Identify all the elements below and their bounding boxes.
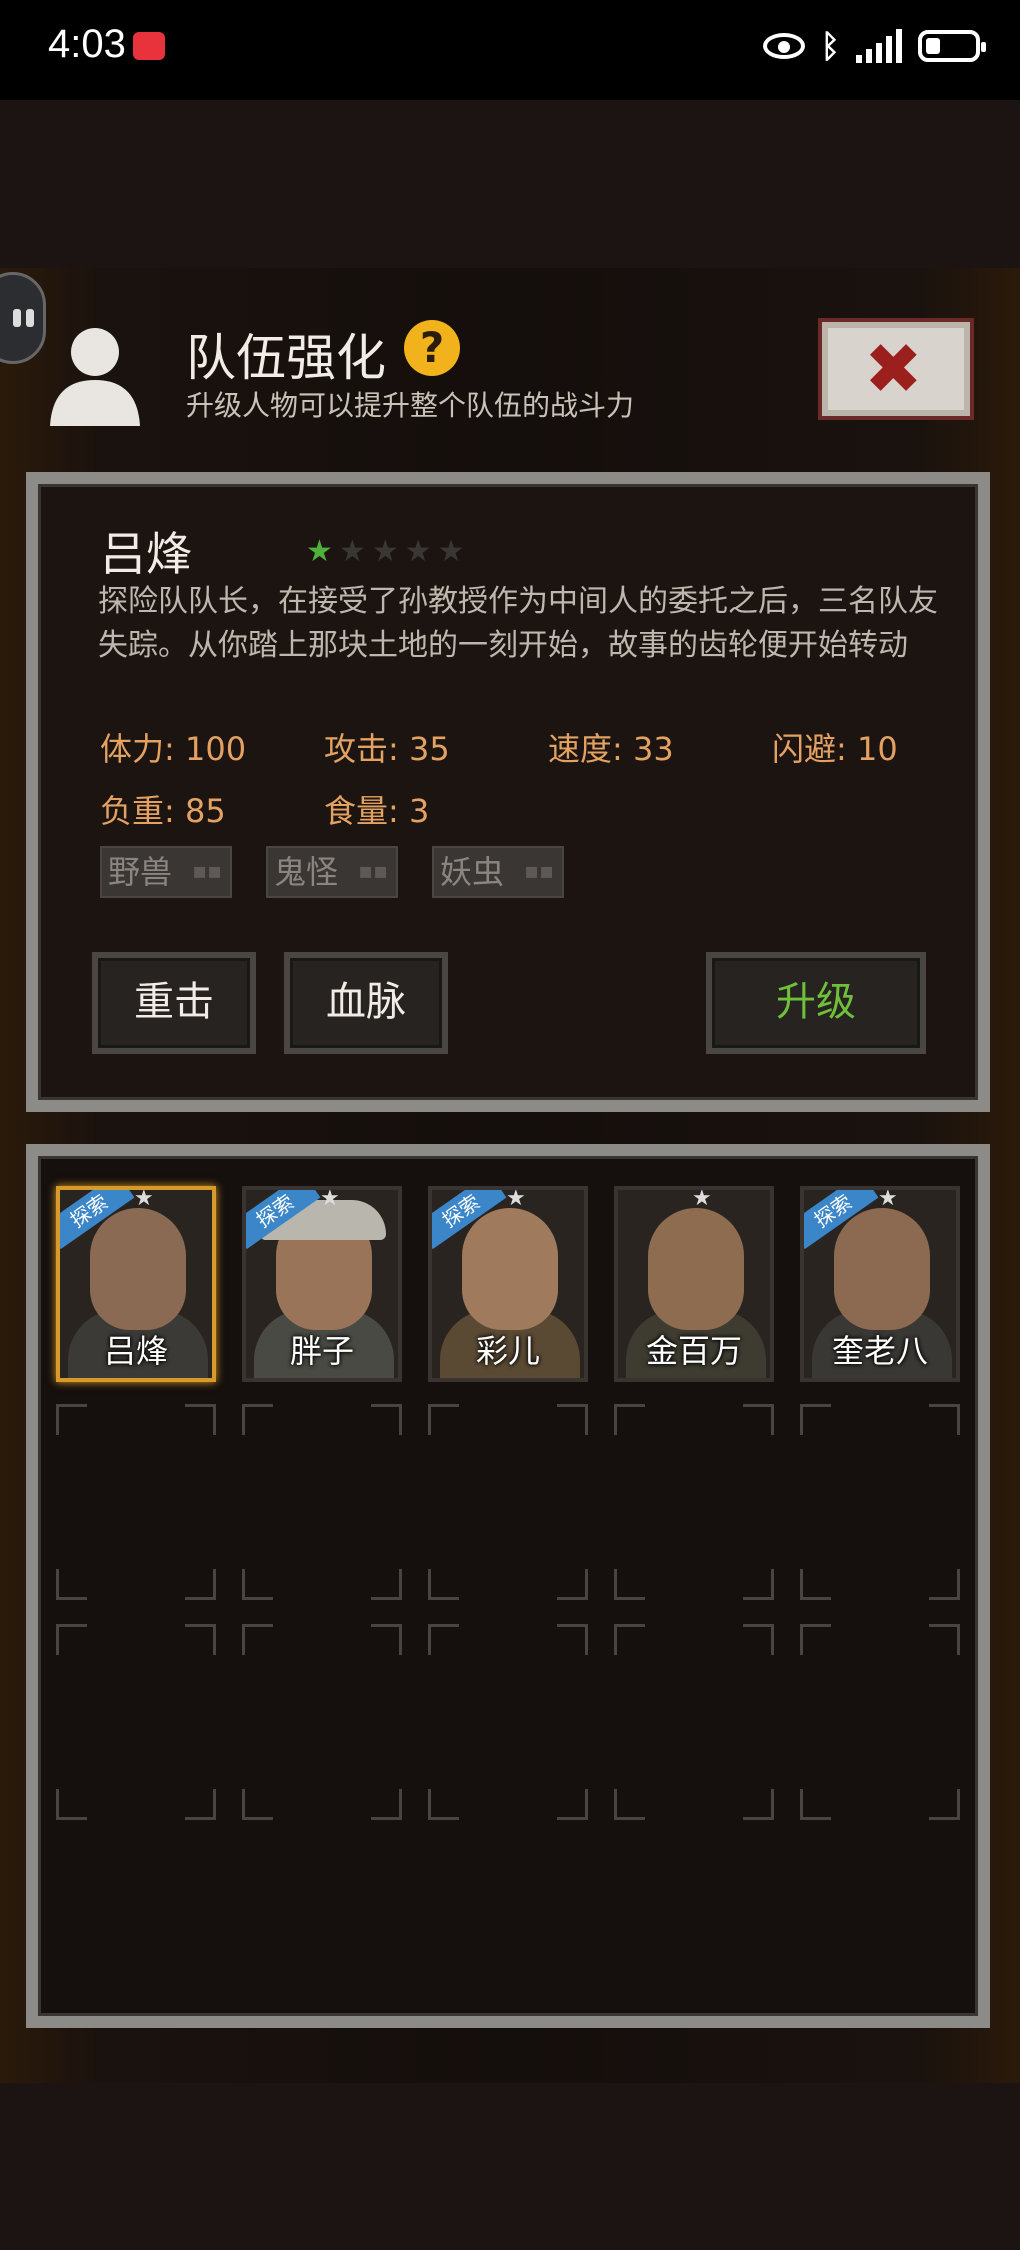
close-x-icon: ✖: [864, 328, 923, 410]
empty-slot[interactable]: [56, 1404, 216, 1600]
tag-beast: 野兽: [100, 846, 232, 898]
battery-icon: [918, 30, 986, 62]
empty-slot[interactable]: [800, 1404, 960, 1600]
stat-carry: 负重: 85: [100, 786, 226, 832]
portrait-face: [462, 1208, 558, 1330]
roster-card-jinbaiwan[interactable]: ★ 金百万: [614, 1186, 774, 1382]
page-title: 队伍强化: [186, 329, 386, 387]
stat-value: 10: [856, 730, 898, 768]
page-subtitle: 升级人物可以提升整个队伍的战斗力: [186, 389, 635, 422]
star-icon: ★: [404, 534, 432, 569]
empty-slot[interactable]: [56, 1624, 216, 1820]
close-button[interactable]: ✖: [818, 318, 974, 420]
stat-label: 闪避:: [772, 730, 847, 768]
person-silhouette-icon: [50, 328, 140, 426]
stat-value: 3: [408, 792, 430, 830]
empty-slot[interactable]: [614, 1404, 774, 1600]
roster-card-pangzi[interactable]: 探索 ★ 胖子: [242, 1186, 402, 1382]
empty-slot[interactable]: [428, 1624, 588, 1820]
star-icon: ★: [338, 534, 366, 569]
member-name: 吕烽: [103, 1332, 168, 1370]
member-name: 彩儿: [475, 1332, 540, 1370]
star-icon: ★: [437, 534, 465, 569]
stat-label: 攻击:: [324, 730, 399, 768]
help-icon[interactable]: ?: [404, 320, 460, 376]
empty-slot[interactable]: [242, 1404, 402, 1600]
stat-value: 33: [632, 730, 674, 768]
star-icon: ★: [371, 534, 399, 569]
clock: 4:03: [48, 22, 126, 66]
empty-slot[interactable]: [428, 1404, 588, 1600]
character-name: 吕烽: [100, 527, 192, 581]
eye-icon: [762, 33, 805, 59]
upgrade-button[interactable]: 升级: [706, 952, 926, 1054]
stat-value: 100: [184, 730, 247, 768]
star-icon: ★: [506, 1186, 526, 1211]
star-icon: ★: [134, 1186, 154, 1211]
bluetooth-icon: ᛒ: [820, 27, 840, 65]
portrait-face: [648, 1208, 744, 1330]
stat-value: 85: [184, 792, 226, 830]
floating-menu-handle[interactable]: [0, 272, 46, 364]
tag-bug: 妖虫: [432, 846, 564, 898]
signal-icon: [856, 29, 902, 63]
team-roster: 探索 ★ 吕烽 探索 ★ 胖子 探索 ★ 彩儿 ★ 金百万 探索 ★ 奎老八: [26, 1144, 990, 2028]
stat-label: 食量:: [324, 792, 399, 830]
empty-slot[interactable]: [614, 1624, 774, 1820]
portrait-face: [834, 1208, 930, 1330]
roster-card-kuilaoba[interactable]: 探索 ★ 奎老八: [800, 1186, 960, 1382]
bloodline-button[interactable]: 血脉: [284, 952, 448, 1054]
tag-ghost: 鬼怪: [266, 846, 398, 898]
roster-card-lvfeng[interactable]: 探索 ★ 吕烽: [56, 1186, 216, 1382]
stat-attack: 攻击: 35: [324, 724, 450, 770]
empty-slot[interactable]: [242, 1624, 402, 1820]
star-rating: ★ ★ ★ ★ ★: [306, 534, 465, 569]
stat-dodge: 闪避: 10: [772, 724, 898, 770]
star-icon: ★: [306, 534, 333, 569]
stat-label: 体力:: [100, 730, 175, 768]
stat-value: 35: [408, 730, 450, 768]
member-name: 金百万: [645, 1332, 742, 1370]
stat-label: 负重:: [100, 792, 175, 830]
character-info-card: 吕烽 ★ ★ ★ ★ ★ 探险队队长，在接受了孙教授作为中间人的委托之后，三名队…: [26, 472, 990, 1112]
status-icons: ᛒ: [762, 24, 986, 68]
character-description: 探险队队长，在接受了孙教授作为中间人的委托之后，三名队友失踪。从你踏上那块土地的…: [98, 584, 938, 663]
roster-card-caier[interactable]: 探索 ★ 彩儿: [428, 1186, 588, 1382]
empty-slot[interactable]: [800, 1624, 960, 1820]
stat-stamina: 体力: 100: [100, 724, 246, 770]
notification-app-icon: [133, 32, 165, 60]
stat-food: 食量: 3: [324, 786, 429, 832]
star-icon: ★: [878, 1186, 898, 1211]
heavy-strike-button[interactable]: 重击: [92, 952, 256, 1054]
member-name: 奎老八: [831, 1332, 928, 1370]
status-bar: 4:03 ᛒ: [0, 0, 1020, 100]
star-icon: ★: [692, 1186, 712, 1211]
star-icon: ★: [320, 1186, 340, 1211]
stat-speed: 速度: 33: [548, 724, 674, 770]
portrait-face: [90, 1208, 186, 1330]
stat-label: 速度:: [548, 730, 623, 768]
member-name: 胖子: [289, 1332, 354, 1370]
